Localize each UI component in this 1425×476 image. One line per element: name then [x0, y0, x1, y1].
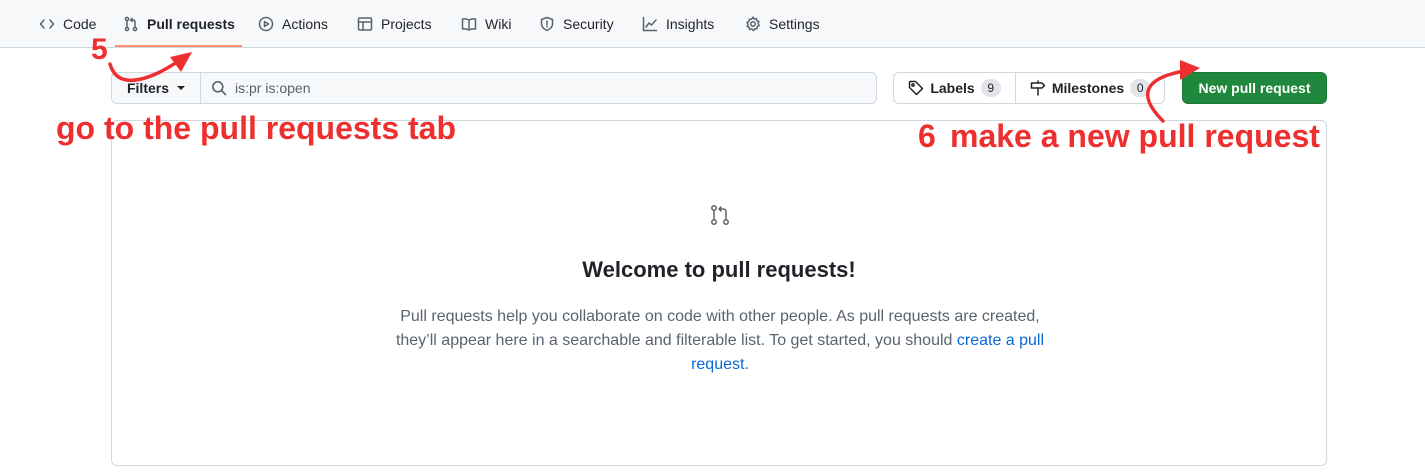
search-input[interactable] — [235, 80, 835, 96]
tab-settings-label: Settings — [769, 15, 820, 32]
tab-settings[interactable]: Settings — [745, 0, 820, 47]
filters-label: Filters — [126, 80, 169, 96]
milestones-count: 0 — [1130, 79, 1151, 97]
book-icon — [461, 17, 477, 31]
blankslate-title: Welcome to pull requests! — [582, 257, 856, 282]
graph-icon — [642, 16, 658, 31]
shield-icon — [540, 16, 554, 31]
blankslate-description: Pull requests help you collaborate on co… — [382, 305, 1058, 377]
tab-wiki-label: Wiki — [485, 15, 512, 32]
git-pull-request-icon — [124, 16, 138, 31]
labels-button[interactable]: Labels 9 — [894, 73, 1016, 103]
blankslate-text: Pull requests help you collaborate on co… — [395, 308, 1040, 349]
tab-insights-label: Insights — [666, 15, 715, 32]
active-tab-underline — [115, 45, 242, 47]
tab-wiki[interactable]: Wiki — [461, 0, 511, 47]
milestones-button[interactable]: Milestones 0 — [1016, 73, 1164, 103]
step-5-number: 5 — [91, 33, 108, 66]
tab-pull-requests-label: Pull requests — [147, 15, 235, 32]
tab-pull-requests[interactable]: Pull requests — [123, 0, 235, 47]
caret-down-icon — [177, 86, 185, 90]
search-icon — [212, 81, 227, 96]
labels-count: 9 — [980, 79, 1001, 97]
tab-projects-label: Projects — [381, 15, 432, 32]
tab-security-label: Security — [563, 15, 614, 32]
search-box[interactable] — [200, 72, 877, 104]
tab-insights[interactable]: Insights — [642, 0, 714, 47]
tab-code-label: Code — [63, 15, 97, 32]
play-icon — [258, 16, 274, 31]
table-icon — [357, 16, 373, 31]
tab-actions-label: Actions — [282, 15, 328, 32]
code-icon — [39, 18, 55, 29]
step-6-number: 6 — [918, 118, 936, 154]
blankslate-end: . — [744, 356, 749, 373]
step-5-caption: go to the pull requests tab — [56, 110, 457, 146]
tab-projects[interactable]: Projects — [357, 0, 432, 47]
tab-code[interactable]: Code — [39, 0, 96, 47]
tab-security[interactable]: Security — [539, 0, 614, 47]
tab-actions[interactable]: Actions — [258, 0, 328, 47]
milestones-label: Milestones — [1051, 80, 1125, 96]
new-pull-request-button[interactable]: New pull request — [1182, 72, 1327, 104]
filters-button[interactable]: Filters — [111, 72, 201, 104]
gear-icon — [746, 15, 760, 31]
git-pull-request-icon — [708, 203, 732, 227]
labels-milestones-group: Labels 9 Milestones 0 — [893, 72, 1165, 104]
tag-icon — [909, 80, 924, 96]
milestone-icon — [1030, 80, 1046, 96]
labels-label: Labels — [930, 80, 975, 96]
blankslate: Welcome to pull requests! Pull requests … — [111, 120, 1327, 466]
step-6-caption: make a new pull request — [950, 118, 1320, 154]
repo-nav: Code Pull requests Actions Projects Wiki… — [0, 0, 1425, 48]
